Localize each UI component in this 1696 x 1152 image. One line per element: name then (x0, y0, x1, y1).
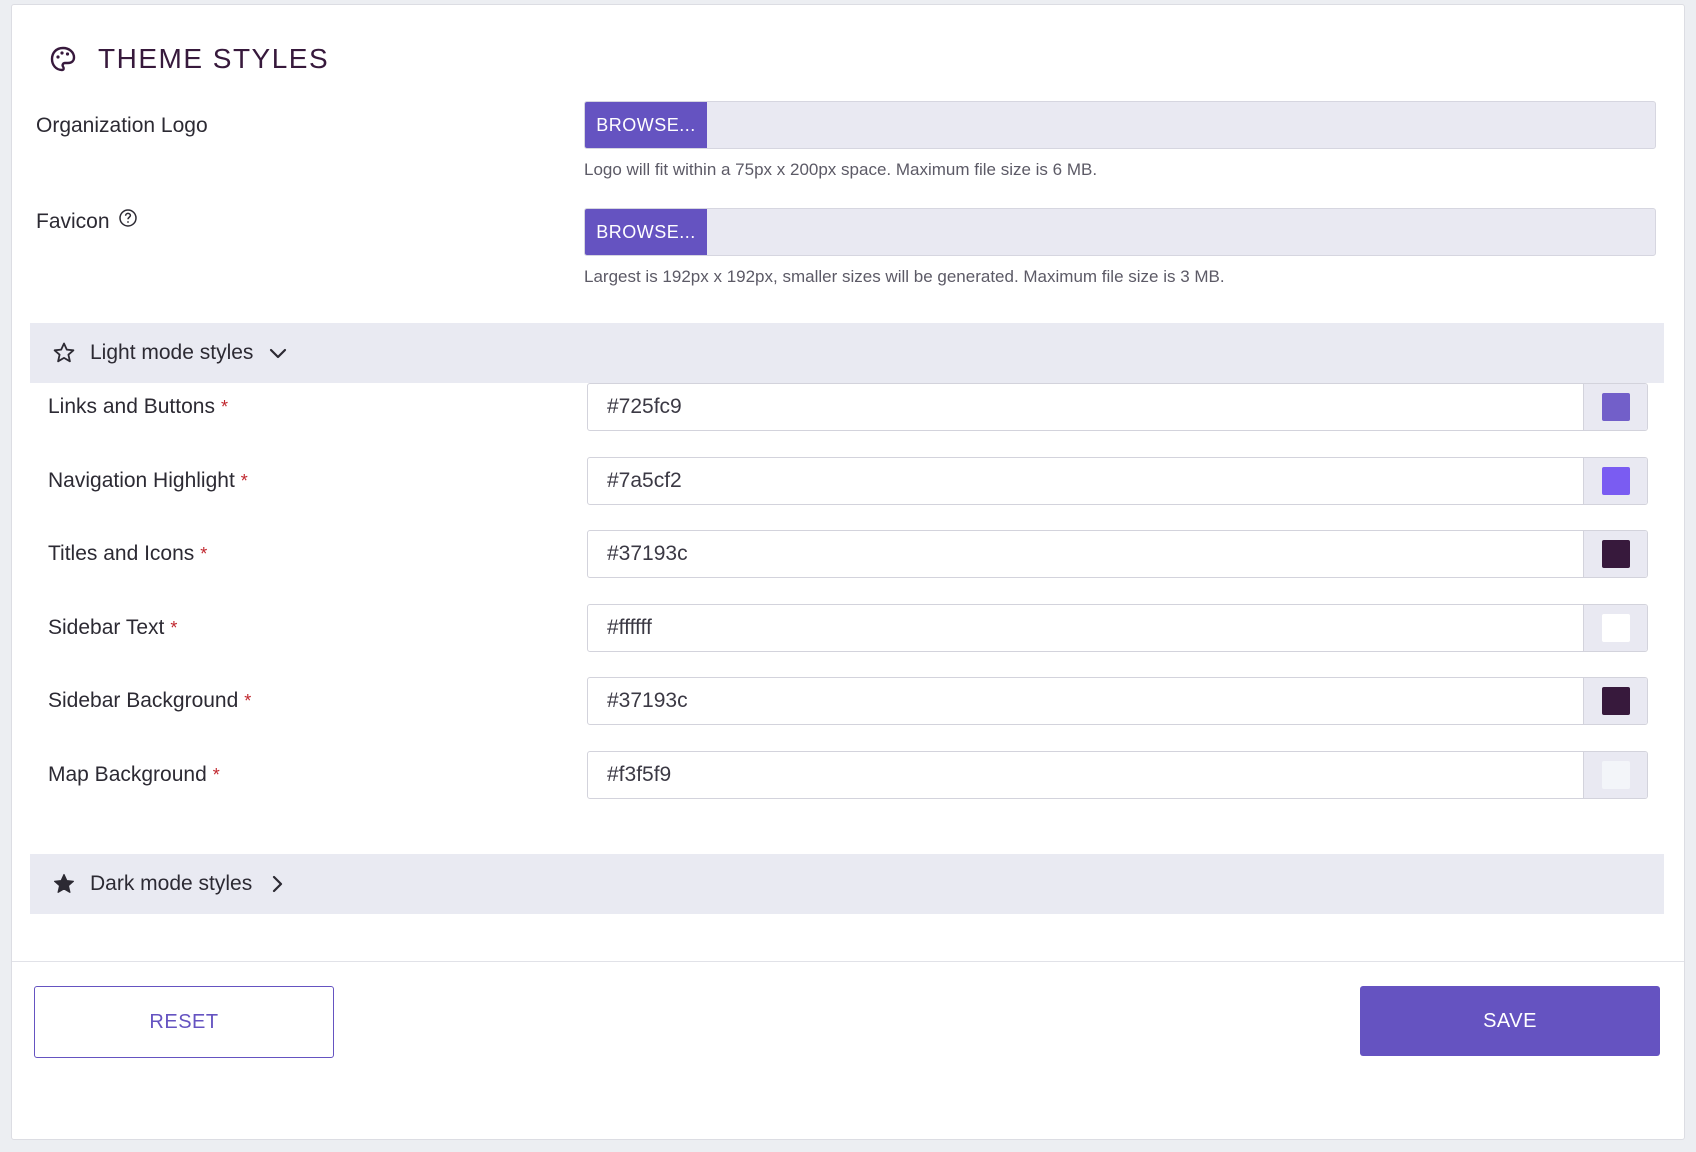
color-row-sidebar-text: Sidebar Text * (12, 604, 1684, 652)
light-mode-section-label: Light mode styles (90, 341, 254, 364)
organization-logo-hint: Logo will fit within a 75px x 200px spac… (584, 160, 1098, 179)
color-row-label: Titles and Icons * (48, 542, 207, 566)
color-picker-button[interactable] (1583, 458, 1647, 504)
favicon-label-text: Favicon (36, 210, 110, 233)
color-row-links-and-buttons: Links and Buttons * (12, 383, 1684, 431)
palette-icon (48, 44, 78, 74)
color-row-label: Map Background * (48, 763, 220, 787)
help-circle-icon[interactable] (118, 208, 138, 228)
color-swatch (1601, 467, 1630, 495)
color-row-label-text: Sidebar Background (48, 689, 239, 712)
color-picker-button[interactable] (1583, 384, 1647, 430)
color-row-label-text: Navigation Highlight (48, 469, 235, 492)
color-field (587, 677, 1648, 725)
color-swatch (1601, 687, 1630, 715)
color-picker-button[interactable] (1583, 605, 1647, 651)
color-swatch (1601, 393, 1630, 421)
color-row-label-text: Links and Buttons (48, 395, 215, 418)
theme-styles-card: THEME STYLES Organization Logo BROWSE...… (11, 4, 1685, 1140)
required-mark: * (212, 764, 220, 785)
navigation-highlight-color-input[interactable] (588, 458, 1583, 504)
color-picker-button[interactable] (1583, 531, 1647, 577)
favicon-file-field[interactable]: BROWSE... (584, 208, 1656, 256)
reset-button[interactable]: RESET (34, 986, 334, 1058)
color-picker-button[interactable] (1583, 678, 1647, 724)
sidebar-background-color-input[interactable] (588, 678, 1583, 724)
star-filled-icon (52, 872, 76, 896)
favicon-label: Favicon (36, 208, 138, 234)
dark-mode-section-label: Dark mode styles (90, 872, 253, 895)
color-row-sidebar-background: Sidebar Background * (12, 677, 1684, 725)
save-button[interactable]: SAVE (1360, 986, 1660, 1056)
light-mode-section-header[interactable]: Light mode styles (30, 323, 1664, 383)
color-row-label: Links and Buttons * (48, 395, 228, 419)
organization-logo-browse-button[interactable]: BROWSE... (585, 102, 707, 148)
required-mark: * (200, 543, 208, 564)
sidebar-text-color-input[interactable] (588, 605, 1583, 651)
color-row-map-background: Map Background * (12, 751, 1684, 799)
titles-and-icons-color-input[interactable] (588, 531, 1583, 577)
organization-logo-label: Organization Logo (36, 114, 208, 138)
star-outline-icon (52, 341, 76, 365)
color-picker-button[interactable] (1583, 752, 1647, 798)
required-mark: * (240, 470, 248, 491)
color-row-label: Sidebar Text * (48, 616, 177, 640)
color-row-label-text: Titles and Icons (48, 542, 195, 565)
color-row-label-text: Sidebar Text (48, 616, 165, 639)
color-field (587, 457, 1648, 505)
color-swatch (1601, 761, 1630, 789)
color-row-label: Sidebar Background * (48, 689, 251, 713)
favicon-hint: Largest is 192px x 192px, smaller sizes … (584, 267, 1225, 286)
organization-logo-file-field[interactable]: BROWSE... (584, 101, 1656, 149)
map-background-color-input[interactable] (588, 752, 1583, 798)
color-swatch (1601, 540, 1630, 568)
color-field (587, 604, 1648, 652)
required-mark: * (244, 690, 252, 711)
color-row-titles-and-icons: Titles and Icons * (12, 530, 1684, 578)
color-swatch (1601, 614, 1630, 642)
card-header: THEME STYLES (48, 43, 329, 75)
color-field (587, 751, 1648, 799)
chevron-down-icon (267, 342, 289, 364)
color-row-label-text: Map Background (48, 763, 207, 786)
favicon-browse-button[interactable]: BROWSE... (585, 209, 707, 255)
required-mark: * (220, 396, 228, 417)
color-field (587, 383, 1648, 431)
required-mark: * (170, 617, 178, 638)
color-row-label: Navigation Highlight * (48, 469, 248, 493)
chevron-right-icon (266, 873, 288, 895)
page-title: THEME STYLES (98, 43, 330, 74)
color-row-navigation-highlight: Navigation Highlight * (12, 457, 1684, 505)
links-and-buttons-color-input[interactable] (588, 384, 1583, 430)
color-field (587, 530, 1648, 578)
organization-logo-label-text: Organization Logo (36, 114, 208, 137)
dark-mode-section-header[interactable]: Dark mode styles (30, 854, 1664, 914)
footer-divider (12, 961, 1684, 962)
